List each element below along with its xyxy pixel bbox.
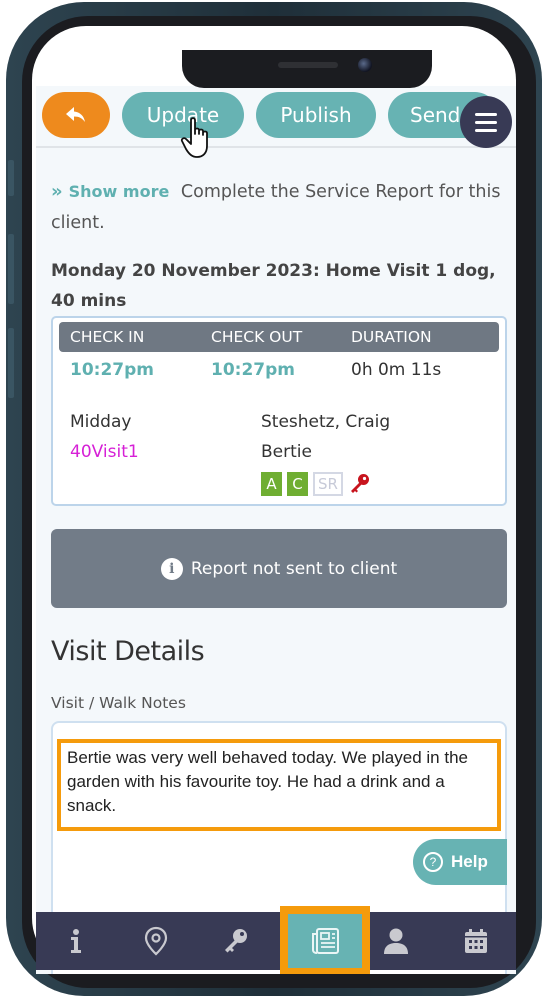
duration-header: DURATION xyxy=(351,328,432,346)
tag-sr: SR xyxy=(313,472,343,496)
visit-title: Monday 20 November 2023: Home Visit 1 do… xyxy=(51,261,496,311)
hamburger-icon-bar xyxy=(475,120,497,124)
tag-c: C xyxy=(287,472,308,496)
info-icon xyxy=(71,929,81,953)
calendar-icon xyxy=(465,929,487,953)
bottom-navigation xyxy=(36,912,516,970)
nav-info[interactable] xyxy=(36,912,116,970)
nav-keys[interactable] xyxy=(196,912,276,970)
time-slot: Midday xyxy=(70,412,132,432)
nav-location[interactable] xyxy=(116,912,196,970)
show-more-link[interactable]: Show more xyxy=(69,182,170,201)
front-camera xyxy=(358,58,372,72)
nav-report-active[interactable] xyxy=(280,906,370,974)
visit-card-header: CHECK IN CHECK OUT DURATION xyxy=(59,322,499,352)
app-screen: Update Publish Send » Show more Complete … xyxy=(36,86,516,974)
speaker-grille xyxy=(278,62,338,68)
visit-details-heading: Visit Details xyxy=(51,636,205,667)
reply-arrow-icon xyxy=(66,107,85,122)
check-in-time: 10:27pm xyxy=(70,360,154,380)
map-pin-icon xyxy=(144,926,168,956)
tag-a: A xyxy=(261,472,282,496)
double-chevron-right-icon: » xyxy=(51,181,63,202)
phone-volume-up xyxy=(8,234,14,304)
hamburger-icon-bar xyxy=(475,112,497,116)
visit-notes-label: Visit / Walk Notes xyxy=(51,694,186,712)
check-out-header: CHECK OUT xyxy=(211,328,303,346)
service-code: 40Visit1 xyxy=(70,442,139,462)
publish-button[interactable]: Publish xyxy=(256,92,376,138)
duration-value: 0h 0m 11s xyxy=(351,360,442,380)
visit-card: CHECK IN CHECK OUT DURATION 10:27pm 10:2… xyxy=(51,316,507,506)
info-icon: i xyxy=(160,557,183,580)
report-status-text: Report not sent to client xyxy=(190,558,398,579)
phone-notch xyxy=(182,50,432,88)
back-button[interactable] xyxy=(42,92,110,138)
check-out-time: 10:27pm xyxy=(211,360,295,380)
nav-calendar[interactable] xyxy=(436,912,516,970)
action-bar: Update Publish Send xyxy=(36,86,516,158)
newspaper-icon xyxy=(312,928,339,954)
phone-volume-down xyxy=(8,328,14,398)
key-icon xyxy=(351,474,369,493)
pet-name[interactable]: Bertie xyxy=(261,442,312,462)
hand-cursor-icon xyxy=(180,117,208,158)
client-name[interactable]: Steshetz, Craig xyxy=(261,412,390,432)
help-label: Help xyxy=(451,852,488,871)
menu-button[interactable] xyxy=(460,96,512,148)
user-icon xyxy=(384,928,408,954)
visit-tags: A C SR xyxy=(261,472,372,496)
intro-text-block: » Show more Complete the Service Report f… xyxy=(51,176,511,239)
report-status-banner: i Report not sent to client xyxy=(51,529,507,608)
key-icon xyxy=(225,929,247,953)
hamburger-icon-bar xyxy=(475,128,497,132)
check-in-header: CHECK IN xyxy=(70,328,145,346)
visit-notes-input[interactable]: Bertie was very well behaved today. We p… xyxy=(57,739,501,831)
phone-mute-switch xyxy=(8,160,14,196)
question-circle-icon: ? xyxy=(423,852,443,872)
help-button[interactable]: ? Help xyxy=(413,839,507,885)
